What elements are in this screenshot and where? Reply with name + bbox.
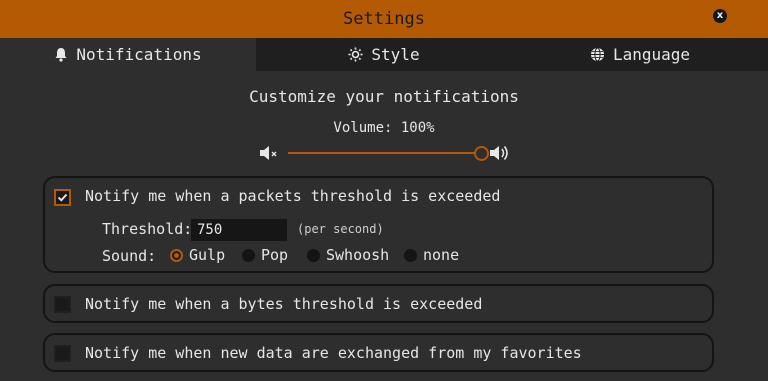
bytes-notify-label: Notify me when a bytes threshold is exce… <box>85 295 483 313</box>
close-button[interactable]: x <box>713 9 727 23</box>
bell-icon <box>54 47 68 62</box>
packets-checkbox[interactable] <box>54 189 71 206</box>
sound-option-label: Swhoosh <box>326 246 390 264</box>
favorites-notify-label: Notify me when new data are exchanged fr… <box>85 344 582 362</box>
tab-language[interactable]: Language <box>512 38 768 71</box>
globe-icon <box>590 47 605 62</box>
tab-notifications[interactable]: Notifications <box>0 38 256 71</box>
bytes-checkbox[interactable] <box>54 296 71 313</box>
window-title: Settings <box>343 9 425 29</box>
threshold-unit: (per second) <box>297 222 384 236</box>
volume-slider-track[interactable] <box>288 152 480 154</box>
sound-option-swhoosh[interactable]: Swhoosh <box>307 246 389 264</box>
settings-tabs: Notifications Style Language <box>0 38 768 71</box>
tab-language-label: Language <box>612 45 691 64</box>
tab-style[interactable]: Style <box>256 38 512 71</box>
packets-notify-label: Notify me when a packets threshold is ex… <box>85 187 501 205</box>
volume-slider-thumb[interactable] <box>474 146 489 161</box>
volume-mute-icon[interactable] <box>258 143 278 167</box>
radio-icon[interactable] <box>307 248 320 262</box>
radio-icon[interactable] <box>242 248 255 262</box>
sound-option-label: Pop <box>261 246 289 264</box>
radio-selected-icon[interactable] <box>170 248 183 262</box>
threshold-label: Threshold: <box>102 220 193 238</box>
favorites-checkbox[interactable] <box>54 345 71 362</box>
sound-option-gulp[interactable]: Gulp <box>170 246 225 264</box>
sound-option-label: Gulp <box>189 246 226 264</box>
sound-option-label: none <box>423 246 460 264</box>
radio-icon[interactable] <box>404 248 417 262</box>
favorites-card: Notify me when new data are exchanged fr… <box>43 333 714 372</box>
sun-icon <box>348 47 363 62</box>
volume-slider[interactable] <box>258 140 514 166</box>
tab-style-label: Style <box>371 45 420 64</box>
tab-notifications-label: Notifications <box>76 45 202 64</box>
bytes-threshold-card: Notify me when a bytes threshold is exce… <box>43 284 714 323</box>
threshold-input[interactable] <box>191 219 287 241</box>
sound-option-none[interactable]: none <box>404 246 459 264</box>
sound-option-pop[interactable]: Pop <box>242 246 288 264</box>
window-titlebar: Settings x <box>0 0 768 38</box>
volume-label: Volume: 100% <box>333 120 435 136</box>
notifications-heading: Customize your notifications <box>249 87 519 106</box>
sound-label: Sound: <box>102 247 157 265</box>
packets-threshold-card: Notify me when a packets threshold is ex… <box>43 176 714 273</box>
volume-max-icon[interactable] <box>488 143 512 167</box>
